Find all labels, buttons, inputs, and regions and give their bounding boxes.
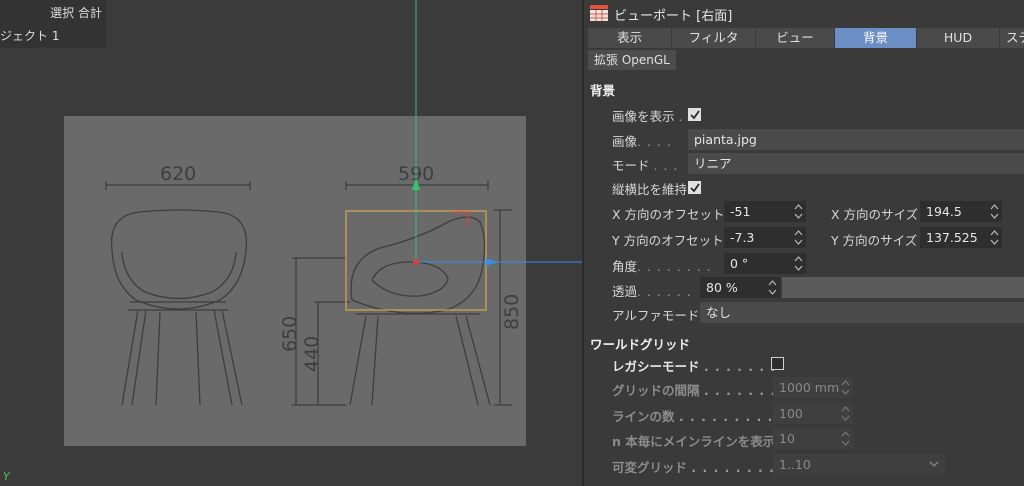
tab-display[interactable]: 表示 xyxy=(588,28,672,48)
dim-850: 850 xyxy=(501,294,523,330)
y-offset-field[interactable]: -7.3 xyxy=(724,227,806,248)
dim-650: 650 xyxy=(279,316,301,352)
tab-hud[interactable]: HUD xyxy=(917,28,1000,48)
tab-enhanced-opengl[interactable]: 拡張 OpenGL xyxy=(588,50,676,70)
mode-label: モード . . . xyxy=(612,158,679,173)
checkmark-icon xyxy=(690,110,700,120)
keep-aspect-label: 縦横比を維持 xyxy=(612,182,688,197)
line-count-field: 100 xyxy=(773,403,853,424)
line-count-label: ラインの数 . . . . . . . . . . xyxy=(612,409,785,424)
dynamic-grid-label: 可変グリッド . . . . . . . . xyxy=(612,460,775,475)
dim-620: 620 xyxy=(160,163,196,185)
section-world-grid-heading: ワールドグリッド xyxy=(590,337,691,352)
alpha-mode-label: アルファモード xyxy=(612,308,700,323)
axis-indicator-y: Y xyxy=(3,470,10,483)
spinner-arrows-icon xyxy=(841,405,850,422)
angle-field[interactable]: 0 ° xyxy=(724,253,806,274)
transparency-field[interactable]: 80 % xyxy=(700,277,780,298)
tab-stereo[interactable]: ステ xyxy=(1000,28,1024,48)
attribute-panel: ビューポート [右面] 表示 フィルタ ビュー 背景 HUD ステ 拡張 Ope… xyxy=(582,0,1024,486)
legacy-mode-checkbox[interactable] xyxy=(771,357,784,370)
spinner-arrows-icon[interactable] xyxy=(990,203,999,220)
spinner-arrows-icon[interactable] xyxy=(768,279,777,296)
tab-filter[interactable]: フィルタ xyxy=(672,28,756,48)
y-size-label: Y 方向のサイズ xyxy=(831,233,918,248)
panel-title: ビューポート [右面] xyxy=(614,9,733,24)
info-selection-total: 選択 合計 xyxy=(50,6,102,20)
background-image-sketch: 620 590 850 650 440 xyxy=(64,0,582,446)
transparency-label: 透過. . . . . . xyxy=(612,284,692,299)
section-background-heading: 背景 xyxy=(590,83,616,98)
info-object-count: ジェクト 1 xyxy=(0,29,60,43)
x-size-label: X 方向のサイズ xyxy=(831,207,919,222)
image-label: 画像. . . . xyxy=(612,134,672,149)
show-image-checkbox[interactable] xyxy=(688,108,701,121)
alpha-mode-dropdown[interactable]: なし xyxy=(700,302,1024,323)
image-path-field[interactable]: pianta.jpg xyxy=(688,129,1024,150)
checkmark-icon xyxy=(690,183,700,193)
tab-background[interactable]: 背景 xyxy=(835,28,917,48)
show-image-label: 画像を表示 . xyxy=(612,109,684,124)
viewport-info-overlay: 選択 合計 ジェクト 1 xyxy=(0,0,106,48)
x-offset-field[interactable]: -51 xyxy=(724,201,806,222)
dim-440: 440 xyxy=(301,336,323,372)
object-origin xyxy=(413,259,419,265)
mode-dropdown[interactable]: リニア xyxy=(688,153,1024,174)
x-offset-label: X 方向のオフセット xyxy=(612,207,725,222)
spinner-arrows-icon[interactable] xyxy=(794,255,803,272)
major-line-every-field: 10 xyxy=(773,428,853,449)
viewport-canvas[interactable]: 620 590 850 650 440 選択 合計 ジェクト 1 Y xyxy=(0,0,582,486)
viewport-grid-icon xyxy=(590,5,608,21)
chevron-down-icon xyxy=(929,461,939,467)
y-offset-label: Y 方向のオフセット xyxy=(612,233,724,248)
spinner-arrows-icon xyxy=(841,430,850,447)
spinner-arrows-icon xyxy=(841,379,850,396)
panel-header: ビューポート [右面] xyxy=(584,0,1024,26)
y-size-field[interactable]: 137.525 xyxy=(920,227,1002,248)
spinner-arrows-icon[interactable] xyxy=(794,203,803,220)
grid-spacing-label: グリッドの間隔 . . . . . . . xyxy=(612,383,777,398)
tab-view[interactable]: ビュー xyxy=(756,28,835,48)
keep-aspect-checkbox[interactable] xyxy=(688,181,701,194)
x-size-field[interactable]: 194.5 xyxy=(920,201,1002,222)
legacy-mode-label: レガシーモード . . . . . . . xyxy=(612,359,777,374)
spinner-arrows-icon[interactable] xyxy=(990,229,999,246)
angle-label: 角度. . . . . . . . xyxy=(612,259,712,274)
spinner-arrows-icon[interactable] xyxy=(794,229,803,246)
transparency-slider[interactable] xyxy=(782,277,1024,298)
major-line-every-label: n 本毎にメインラインを表示 xyxy=(612,434,776,449)
grid-spacing-field: 1000 mm xyxy=(773,377,853,398)
dynamic-grid-dropdown: 1..10 xyxy=(773,454,945,475)
